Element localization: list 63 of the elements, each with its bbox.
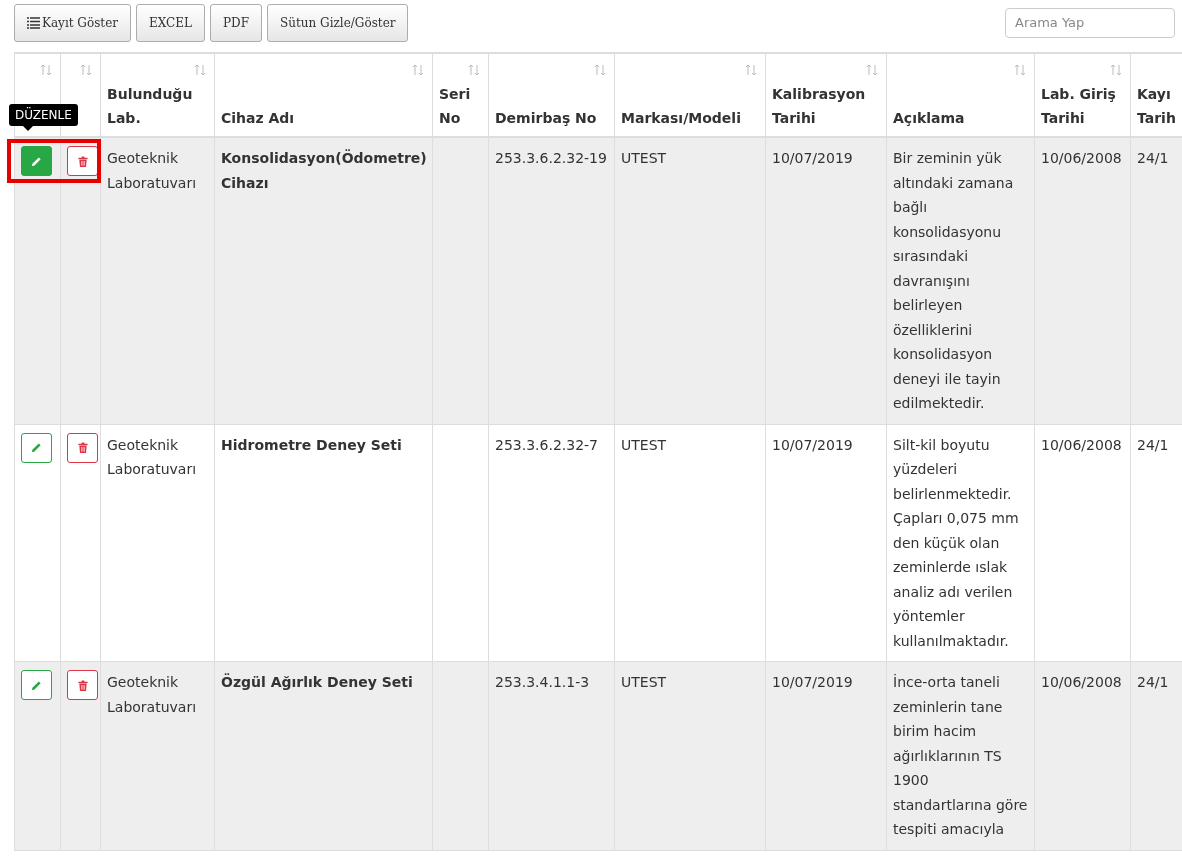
toolbar-button[interactable]: Kayıt Göster bbox=[14, 3, 131, 42]
table-cell: 10/06/2008 bbox=[1041, 150, 1122, 166]
column-header: Seri No bbox=[439, 86, 471, 126]
table-cell: 253.3.4.1.1-3 bbox=[495, 674, 590, 690]
sort-icon[interactable] bbox=[194, 64, 206, 76]
search-field[interactable]: Arama Yap bbox=[1005, 7, 1175, 38]
sort-icon[interactable] bbox=[40, 64, 52, 76]
sort-icon[interactable] bbox=[866, 64, 878, 76]
table-cell: 24/1 bbox=[1137, 150, 1169, 166]
delete-button[interactable] bbox=[67, 146, 98, 176]
table-cell: Konsolidasyon(Ödometre) Cihazı bbox=[221, 150, 427, 191]
table-cell: Hidrometre Deney Seti bbox=[221, 436, 402, 453]
trash-icon bbox=[77, 442, 88, 453]
column-header: Kalibrasyon Tarihi bbox=[772, 86, 866, 126]
list-icon bbox=[27, 16, 40, 29]
table-cell: 10/06/2008 bbox=[1041, 436, 1122, 453]
delete-button[interactable] bbox=[67, 432, 98, 463]
sort-icon[interactable] bbox=[594, 64, 606, 76]
table-cell: Bir zeminin yük altındaki zamana bağlı konsolidasyonu sırasındaki davranışını belirleyen özelliklerini konsolidasyon deneyi ile tayin edilmektedir. bbox=[893, 150, 1014, 411]
table-cell: İnce-orta taneli zeminlerin tane birim hacim ağırlıklarının TS 1900 standartlarına göre tespiti amacıyla bbox=[893, 674, 1028, 837]
table-cell: Geoteknik Laboratuvarı bbox=[107, 436, 197, 477]
sort-icon[interactable] bbox=[1014, 64, 1026, 76]
table-cell: 10/07/2019 bbox=[772, 436, 853, 453]
table-cell: UTEST bbox=[621, 674, 667, 690]
tooltip-pointer bbox=[23, 126, 33, 131]
sort-icon[interactable] bbox=[468, 64, 480, 76]
tooltip: DÜZENLE bbox=[9, 104, 78, 126]
pencil-icon bbox=[31, 442, 42, 453]
column-header: Cihaz Adı bbox=[221, 110, 295, 126]
trash-icon bbox=[77, 155, 88, 167]
table-cell: 10/07/2019 bbox=[772, 674, 853, 690]
pencil-icon bbox=[31, 155, 42, 167]
column-header: Markası/Modeli bbox=[621, 110, 741, 126]
delete-button[interactable] bbox=[67, 670, 98, 700]
toolbar-button[interactable]: Sütun Gizle/Göster bbox=[267, 3, 409, 42]
column-header: Açıklama bbox=[893, 110, 965, 126]
table-cell: 10/07/2019 bbox=[772, 150, 853, 166]
edit-button[interactable] bbox=[21, 670, 52, 700]
table-cell: Geoteknik Laboratuvarı bbox=[107, 674, 197, 715]
column-header: Bulunduğu Lab. bbox=[107, 86, 193, 126]
table-cell: UTEST bbox=[621, 436, 667, 453]
edit-button[interactable] bbox=[21, 432, 52, 463]
sort-icon[interactable] bbox=[412, 64, 424, 76]
toolbar-button[interactable]: EXCEL bbox=[136, 3, 206, 42]
column-header: Lab. Giriş Tarihi bbox=[1041, 86, 1116, 126]
sort-icon[interactable] bbox=[80, 64, 92, 76]
sort-icon[interactable] bbox=[1110, 64, 1122, 76]
table-cell: 10/06/2008 bbox=[1041, 674, 1122, 690]
table-cell: 253.3.6.2.32-7 bbox=[495, 436, 599, 453]
column-header: Demirbaş No bbox=[495, 110, 597, 126]
sort-icon[interactable] bbox=[745, 64, 757, 76]
trash-icon bbox=[77, 679, 88, 691]
table-cell: 24/1 bbox=[1137, 436, 1169, 453]
table-cell: Geoteknik Laboratuvarı bbox=[107, 150, 197, 191]
toolbar-button[interactable]: PDF bbox=[210, 3, 263, 42]
table-cell: 24/1 bbox=[1137, 674, 1169, 690]
edit-button[interactable] bbox=[21, 146, 52, 176]
table-cell: UTEST bbox=[621, 150, 667, 166]
table-cell: 253.3.6.2.32-19 bbox=[495, 150, 607, 166]
column-header: Kayı Tarih bbox=[1137, 86, 1176, 126]
table-cell: Silt-kil boyutu yüzdeleri belirlenmektedir. Çapları 0,075 mm den küçük olan zeminlerde ıslak analiz adı verilen yöntemler kullanılmaktadır. bbox=[893, 436, 1019, 649]
table-cell: Özgül Ağırlık Deney Seti bbox=[221, 674, 413, 690]
pencil-icon bbox=[31, 679, 42, 691]
